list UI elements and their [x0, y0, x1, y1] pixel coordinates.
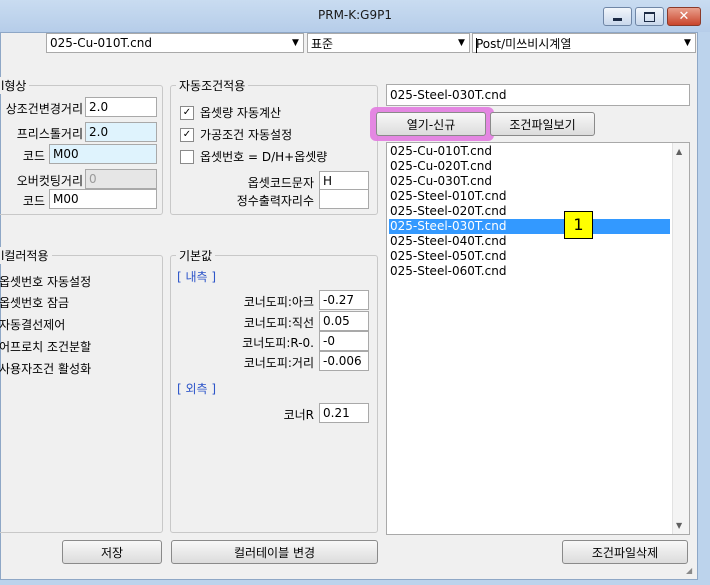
shape-group-title: l형상 [0, 77, 30, 94]
code-input-1[interactable]: M00 [49, 144, 157, 164]
offset-code-char-input[interactable]: H [319, 171, 369, 191]
offset-code-char-label: 옵셋코드문자 [247, 176, 314, 190]
view-condition-file-button[interactable]: 조건파일보기 [490, 112, 595, 136]
integer-digits-label: 정수출력자리수 [236, 194, 314, 208]
cutter-item-1[interactable]: 옵셋번호 자동설정 [0, 273, 91, 290]
free-stroke-distance-label: 프리스톨거리 [16, 127, 83, 141]
basic-values-group-title: 기본값 [176, 247, 216, 264]
condition-file-list[interactable]: 025-Cu-010T.cnd 025-Cu-020T.cnd 025-Cu-0… [386, 142, 690, 535]
condition-filename-input[interactable]: 025-Steel-030T.cnd [386, 84, 690, 106]
scroll-down-icon[interactable]: ▼ [676, 521, 682, 530]
checkbox-empty-icon [180, 149, 194, 164]
close-button[interactable]: ✕ [667, 7, 701, 26]
scroll-up-icon[interactable]: ▲ [676, 147, 682, 156]
auto-offset-checkbox[interactable]: ✓ 옵셋량 자동계산 [180, 104, 281, 121]
free-stroke-distance-input[interactable]: 2.0 [85, 122, 157, 142]
mode-value: 표준 [311, 36, 334, 51]
text-cursor [476, 38, 477, 53]
list-item[interactable]: 025-Steel-010T.cnd [389, 189, 670, 204]
corner-r-label: 코너R [283, 408, 314, 422]
list-item[interactable]: 025-Steel-020T.cnd [389, 204, 670, 219]
corner-escape-distance-input[interactable]: -0.006 [319, 351, 369, 371]
auto-condition-group-title: 자동조건적용 [176, 77, 249, 94]
code-label-1: 코드 [22, 149, 45, 163]
corner-escape-r-label: 코너도피:R-0. [242, 336, 314, 350]
offset-number-label: 옵셋번호 = D/H+옵셋량 [200, 150, 328, 164]
corner-r-input[interactable]: 0.21 [319, 403, 369, 423]
maximize-icon [644, 11, 655, 22]
cutter-item-2[interactable]: 옵셋번호 잠금 [0, 294, 69, 311]
chevron-down-icon: ▼ [458, 38, 465, 48]
cutter-item-4[interactable]: 어프로치 조건분할 [0, 338, 91, 355]
condition-file-combo[interactable]: 025-Cu-010T.cnd ▼ [46, 33, 304, 53]
list-item[interactable]: 025-Steel-040T.cnd [389, 234, 670, 249]
cutter-apply-group-title: l컬러적용 [0, 247, 52, 264]
auto-machining-label: 가공조건 자동설정 [200, 128, 293, 142]
save-button[interactable]: 저장 [62, 540, 162, 564]
list-item[interactable]: 025-Cu-010T.cnd [389, 144, 670, 159]
list-item[interactable]: 025-Cu-030T.cnd [389, 174, 670, 189]
overcut-distance-input[interactable]: 0 [85, 169, 157, 189]
mid-change-distance-label: 상조건변경거리 [5, 102, 83, 116]
overcut-distance-label: 오버컷팅거리 [16, 174, 83, 188]
corner-escape-r-input[interactable]: -0 [319, 331, 369, 351]
maximize-button[interactable] [635, 7, 664, 26]
delete-condition-file-button[interactable]: 조건파일삭제 [562, 540, 688, 564]
list-item[interactable]: 025-Cu-020T.cnd [389, 159, 670, 174]
code-input-2[interactable]: M00 [49, 189, 157, 209]
corner-escape-arc-label: 코너도피:아크 [243, 295, 314, 309]
change-cutter-table-button[interactable]: 컬러테이블 변경 [171, 540, 378, 564]
list-item[interactable]: 025-Steel-050T.cnd [389, 249, 670, 264]
corner-escape-distance-label: 코너도피:거리 [243, 356, 314, 370]
mid-change-distance-input[interactable]: 2.0 [85, 97, 157, 117]
annotation-badge: 1 [564, 211, 593, 239]
mode-combo[interactable]: 표준 ▼ [307, 33, 470, 53]
cutter-item-3[interactable]: 자동결선제어 [0, 316, 65, 333]
checkbox-check-icon: ✓ [180, 105, 194, 120]
inner-label: [ 내측 ] [177, 270, 217, 284]
post-combo[interactable]: Post/미쓰비시계열 ▼ [472, 33, 696, 53]
chevron-down-icon: ▼ [684, 38, 691, 48]
integer-digits-input[interactable] [319, 189, 369, 209]
cutter-item-5[interactable]: 사용자조건 활성화 [0, 360, 91, 377]
outer-label: [ 외측 ] [177, 382, 217, 396]
close-icon: ✕ [678, 9, 690, 24]
post-value: Post/미쓰비시계열 [476, 36, 572, 51]
resize-grip-icon[interactable]: ◢ [686, 566, 696, 576]
condition-file-value: 025-Cu-010T.cnd [50, 36, 152, 50]
chevron-down-icon: ▼ [292, 38, 299, 48]
list-item[interactable]: 025-Steel-060T.cnd [389, 264, 670, 279]
minimize-button[interactable] [603, 7, 632, 26]
open-new-button[interactable]: 열기-신규 [376, 112, 486, 136]
list-scrollbar[interactable]: ▲ ▼ [672, 143, 689, 534]
list-item-selected[interactable]: 025-Steel-030T.cnd [389, 219, 670, 234]
offset-number-checkbox[interactable]: 옵셋번호 = D/H+옵셋량 [180, 148, 327, 165]
corner-escape-line-input[interactable]: 0.05 [319, 311, 369, 331]
minimize-icon [613, 18, 622, 21]
checkbox-check-icon: ✓ [180, 127, 194, 142]
auto-offset-label: 옵셋량 자동계산 [200, 106, 282, 120]
corner-escape-arc-input[interactable]: -0.27 [319, 290, 369, 310]
corner-escape-line-label: 코너도피:직선 [243, 316, 314, 330]
code-label-2: 코드 [22, 194, 45, 208]
auto-machining-checkbox[interactable]: ✓ 가공조건 자동설정 [180, 126, 292, 143]
